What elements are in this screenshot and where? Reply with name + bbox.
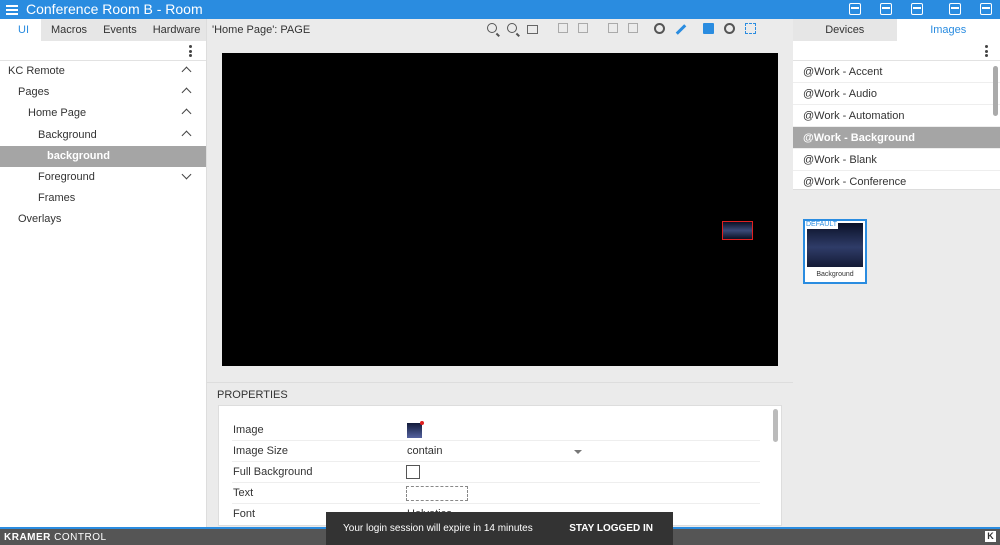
property-full-background: Full Background xyxy=(232,462,760,483)
tab-ui[interactable]: UI xyxy=(0,19,41,41)
stay-logged-in-button[interactable]: STAY LOGGED IN xyxy=(569,523,653,534)
brand-rest: CONTROL xyxy=(54,532,107,543)
list-item[interactable]: @Work - Accent xyxy=(793,61,1000,83)
chevron-up-icon[interactable] xyxy=(181,66,192,77)
kramer-logo-icon: K xyxy=(985,531,996,542)
left-tabs: UI Macros Events Hardware xyxy=(0,19,206,41)
layout-center-icon[interactable] xyxy=(880,3,892,15)
tree-item-label: Frames xyxy=(38,192,76,205)
zoom-out-icon[interactable] xyxy=(507,23,517,33)
image-size-select[interactable]: contain xyxy=(407,441,442,462)
list-item[interactable]: @Work - Background xyxy=(793,127,1000,149)
list-item[interactable]: @Work - Blank xyxy=(793,149,1000,171)
target-icon[interactable] xyxy=(724,23,735,34)
tree-item-label: Foreground xyxy=(38,170,95,183)
properties-panel: PROPERTIES Image Image Size contain Full… xyxy=(207,382,793,527)
tree-item-label: Home Page xyxy=(28,107,87,120)
right-panel: Devices Images @Work - Accent @Work - Aud… xyxy=(793,19,1000,527)
property-text: Text xyxy=(232,483,760,504)
tree-item-label: KC Remote xyxy=(8,65,65,77)
pencil-icon[interactable] xyxy=(675,24,687,35)
right-toolbar xyxy=(793,41,1000,61)
brand-bold: KRAMER xyxy=(4,532,51,543)
editor-tools xyxy=(487,23,766,35)
property-label: Font xyxy=(233,508,256,520)
property-label: Full Background xyxy=(233,466,313,478)
ui-tree: KC Remote Pages Home Page Background backgro… xyxy=(0,61,206,231)
property-image: Image xyxy=(232,420,760,441)
properties-card: Image Image Size contain Full Background… xyxy=(218,405,782,526)
title-bar-actions xyxy=(830,3,992,15)
chevron-up-icon[interactable] xyxy=(181,108,192,119)
image-preview xyxy=(807,223,863,267)
tree-item[interactable]: Home Page xyxy=(0,103,206,124)
tree-item-label: background xyxy=(47,149,110,162)
stack-icon[interactable] xyxy=(628,23,638,33)
page-canvas[interactable] xyxy=(222,53,778,366)
lock-icon[interactable] xyxy=(608,23,618,33)
images-list: @Work - Accent @Work - Audio @Work - Autom… xyxy=(793,61,1000,190)
full-background-checkbox[interactable] xyxy=(406,465,420,479)
tree-item-label: Pages xyxy=(18,86,50,99)
property-label: Image xyxy=(233,424,264,436)
default-badge: DEFAULT xyxy=(805,221,838,229)
align-icon[interactable] xyxy=(558,23,568,33)
upload-icon[interactable] xyxy=(949,3,961,15)
save-icon[interactable] xyxy=(980,3,992,15)
page-label: 'Home Page': PAGE xyxy=(212,24,311,36)
chevron-up-icon[interactable] xyxy=(181,87,192,98)
left-panel: UI Macros Events Hardware KC Remote Pages… xyxy=(0,19,207,527)
tree-item-label: Background xyxy=(38,128,97,141)
layout-split-icon[interactable] xyxy=(911,3,923,15)
properties-title: PROPERTIES xyxy=(217,389,288,401)
property-image-size: Image Size contain xyxy=(232,441,760,462)
image-card-background[interactable]: DEFAULT Background xyxy=(803,219,867,284)
tab-hardware[interactable]: Hardware xyxy=(145,19,209,41)
session-toast: Your login session will expire in 14 min… xyxy=(326,512,673,545)
properties-scrollbar[interactable] xyxy=(773,409,778,442)
tab-images[interactable]: Images xyxy=(896,19,1000,41)
layout-left-icon[interactable] xyxy=(849,3,861,15)
tree-item[interactable]: Overlays xyxy=(0,209,206,230)
tree-item[interactable]: Pages xyxy=(0,82,206,103)
title-bar: Conference Room B - Room xyxy=(0,0,1000,19)
distribute-icon[interactable] xyxy=(578,23,588,33)
tab-macros[interactable]: Macros xyxy=(41,19,95,41)
image-thumbnail[interactable] xyxy=(407,421,424,438)
tree-item[interactable]: Foreground xyxy=(0,167,206,188)
more-options-icon[interactable] xyxy=(189,45,192,59)
toast-message: Your login session will expire in 14 min… xyxy=(343,523,533,534)
selected-background-image[interactable] xyxy=(722,221,753,240)
window-title: Conference Room B - Room xyxy=(26,1,203,17)
image-icon[interactable] xyxy=(703,23,714,34)
chevron-down-icon[interactable] xyxy=(181,169,192,180)
brand-logo: KRAMER CONTROL xyxy=(4,532,107,543)
tree-item[interactable]: KC Remote xyxy=(0,61,206,82)
list-item[interactable]: @Work - Conference xyxy=(793,171,1000,189)
text-input[interactable] xyxy=(406,486,468,501)
image-caption: Background xyxy=(816,271,854,278)
list-item[interactable]: @Work - Automation xyxy=(793,105,1000,127)
tree-item[interactable]: Frames xyxy=(0,188,206,209)
record-icon[interactable] xyxy=(654,23,665,34)
chevron-up-icon[interactable] xyxy=(181,130,192,141)
zoom-in-icon[interactable] xyxy=(487,23,497,33)
images-list-scrollbar[interactable] xyxy=(993,66,998,116)
property-label: Text xyxy=(233,487,254,499)
list-item[interactable]: @Work - Audio xyxy=(793,83,1000,105)
tree-item[interactable]: Background xyxy=(0,125,206,146)
tree-item[interactable]: background xyxy=(0,145,206,167)
right-tabs: Devices Images xyxy=(793,19,1000,41)
tab-devices[interactable]: Devices xyxy=(793,19,897,41)
editor-toolbar: 'Home Page': PAGE xyxy=(207,19,793,41)
property-label: Image Size xyxy=(233,445,289,457)
hamburger-menu-icon[interactable] xyxy=(6,3,18,15)
layers-icon[interactable] xyxy=(745,23,756,34)
chevron-down-icon[interactable] xyxy=(574,450,582,454)
more-options-icon[interactable] xyxy=(985,45,988,59)
fit-icon[interactable] xyxy=(527,25,538,34)
tab-events[interactable]: Events xyxy=(95,19,145,41)
tree-item-label: Overlays xyxy=(18,213,62,226)
left-toolbar xyxy=(0,41,206,61)
